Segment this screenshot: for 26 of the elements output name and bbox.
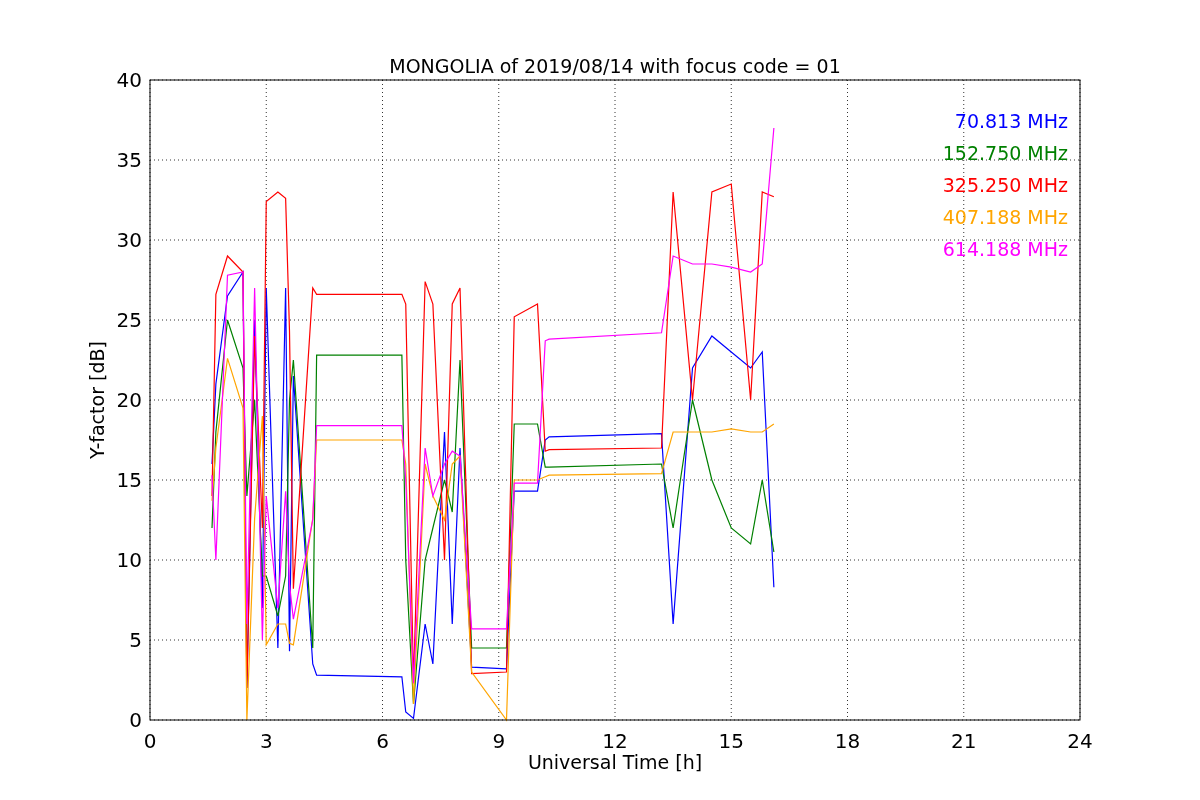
legend-label: 325.250 MHz: [942, 174, 1068, 196]
y-tick-label: 20: [116, 388, 142, 412]
x-tick-label: 9: [492, 729, 506, 753]
y-tick-label: 40: [116, 68, 142, 92]
y-axis-label: Y-factor [dB]: [86, 341, 108, 459]
y-tick-label: 10: [116, 548, 142, 572]
x-tick-label: 24: [1067, 729, 1093, 753]
x-tick-label: 3: [259, 729, 273, 753]
y-tick-label: 5: [129, 628, 142, 652]
y-tick-label: 35: [116, 148, 142, 172]
x-tick-label: 18: [834, 729, 861, 753]
legend-label: 70.813 MHz: [954, 110, 1068, 132]
x-tick-label: 21: [951, 729, 977, 753]
legend-label: 614.188 MHz: [942, 238, 1068, 260]
legend-label: 152.750 MHz: [942, 142, 1068, 164]
y-tick-label: 0: [129, 708, 142, 732]
y-tick-label: 15: [116, 468, 142, 492]
legend-label: 407.188 MHz: [942, 206, 1068, 228]
x-tick-label: 0: [143, 729, 157, 753]
x-tick-label: 12: [602, 729, 628, 753]
y-tick-label: 25: [116, 308, 142, 332]
y-tick-label: 30: [116, 228, 142, 252]
x-axis-label: Universal Time [h]: [527, 751, 703, 773]
chart-title: MONGOLIA of 2019/08/14 with focus code = 01: [389, 55, 841, 77]
x-tick-label: 15: [718, 729, 744, 753]
x-tick-label: 6: [376, 729, 389, 753]
